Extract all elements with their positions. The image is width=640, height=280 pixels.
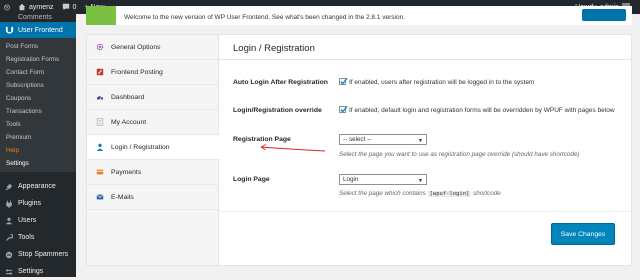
menu-label: Appearance: [18, 183, 56, 190]
submenu-help[interactable]: Help: [0, 144, 76, 157]
submenu-tools[interactable]: Tools: [0, 118, 76, 131]
auto-login-label: Auto Login After Registration: [233, 79, 328, 86]
registration-page-select[interactable]: -- select -- ▼: [339, 134, 427, 145]
submenu-settings[interactable]: Settings: [0, 157, 76, 170]
shield-icon: [4, 251, 14, 259]
save-changes-button[interactable]: Save Changes: [551, 223, 615, 245]
menu-label: Comments: [18, 14, 52, 21]
desc-text: shortcode: [473, 190, 501, 197]
login-page-description: Select the page which contains [wpuf-log…: [339, 190, 501, 197]
menu-item-appearance[interactable]: Appearance: [0, 178, 76, 195]
users-icon: [4, 217, 14, 225]
menu-label: User Frontend: [18, 26, 63, 34]
tab-label: General Options: [111, 43, 161, 51]
user-frontend-logo-icon: [4, 26, 14, 35]
wrench-icon: [4, 233, 14, 242]
email-icon: [95, 193, 105, 201]
user-icon: [95, 143, 105, 151]
checkmark-icon: [340, 77, 348, 85]
menu-item-tools[interactable]: Tools: [0, 229, 76, 246]
plugin-icon: [4, 200, 14, 208]
footer-divider: [219, 211, 631, 212]
dashboard-icon: [95, 93, 105, 101]
home-icon: [18, 3, 26, 11]
auto-login-description: If enabled, users after registration wil…: [349, 79, 535, 86]
menu-label: Users: [18, 217, 37, 224]
user-frontend-submenu: Post Forms Registration Forms Contact Fo…: [0, 38, 76, 172]
gear-icon: [95, 43, 105, 51]
tab-frontend-posting[interactable]: Frontend Posting: [87, 60, 218, 85]
tab-dashboard[interactable]: Dashboard: [87, 85, 218, 110]
menu-item-stop-spammers[interactable]: Stop Spammers: [0, 246, 76, 263]
override-checkbox[interactable]: [339, 105, 348, 113]
checkmark-icon: [340, 105, 348, 113]
settings-panel: General Options Frontend Posting Dashboa…: [86, 34, 632, 266]
submenu-contact-form[interactable]: Contact Form: [0, 66, 76, 79]
submenu-post-forms[interactable]: Post Forms: [0, 40, 76, 53]
menu-label: Tools: [18, 234, 35, 241]
comments-link[interactable]: 0: [58, 0, 81, 14]
tab-label: Payments: [111, 168, 142, 176]
override-label: Login/Registration override: [233, 107, 322, 114]
plugin-badge-icon: [86, 6, 116, 25]
update-notice: Welcome to the new version of WP User Fr…: [86, 6, 632, 25]
select-value: -- select --: [343, 136, 372, 143]
shortcode: [wpuf-login]: [427, 191, 472, 197]
settings-tabs: General Options Frontend Posting Dashboa…: [87, 35, 220, 265]
notice-button[interactable]: [582, 9, 626, 21]
menu-item-comments[interactable]: Comments: [0, 14, 76, 22]
submenu-subscriptions[interactable]: Subscriptions: [0, 79, 76, 92]
submenu-premium[interactable]: Premium: [0, 131, 76, 144]
tab-login-registration[interactable]: Login / Registration: [87, 135, 220, 160]
tab-label: Login / Registration: [111, 143, 170, 151]
tab-payments[interactable]: Payments: [87, 160, 218, 185]
submenu-transactions[interactable]: Transactions: [0, 105, 76, 118]
admin-sidebar: Comments User Frontend Post Forms Regist…: [0, 14, 76, 277]
override-description: If enabled, default login and registrati…: [349, 107, 615, 114]
submenu-registration-forms[interactable]: Registration Forms: [0, 53, 76, 66]
tab-my-account[interactable]: My Account: [87, 110, 218, 135]
menu-item-settings[interactable]: Settings: [0, 263, 76, 280]
login-page-label: Login Page: [233, 176, 270, 183]
login-page-select[interactable]: Login ▼: [339, 174, 427, 185]
edit-icon: [95, 68, 105, 76]
tab-label: Dashboard: [111, 93, 145, 101]
tab-label: My Account: [111, 118, 147, 126]
menu-label: Settings: [18, 268, 44, 275]
tab-label: Frontend Posting: [111, 68, 163, 76]
submenu-coupons[interactable]: Coupons: [0, 92, 76, 105]
tab-emails[interactable]: E-Mails: [87, 185, 218, 210]
menu-item-users[interactable]: Users: [0, 212, 76, 229]
comments-count: 0: [72, 3, 77, 11]
tab-label: E-Mails: [111, 193, 134, 201]
menu-item-user-frontend[interactable]: User Frontend: [0, 22, 76, 38]
tab-general-options[interactable]: General Options: [87, 35, 218, 60]
caret-down-icon: ▼: [418, 138, 423, 144]
settings-content: Login / Registration Auto Login After Re…: [219, 35, 631, 265]
auto-login-checkbox[interactable]: [339, 77, 348, 85]
title-divider: [219, 59, 631, 60]
desc-text: Select the page which contains: [339, 190, 426, 197]
wordpress-logo-icon[interactable]: W: [0, 0, 14, 14]
paintbrush-icon: [4, 183, 14, 191]
account-icon: [95, 118, 105, 126]
menu-label: Stop Spammers: [18, 251, 69, 258]
registration-page-description: Select the page you want to use as regis…: [339, 151, 580, 158]
caret-down-icon: ▼: [418, 178, 423, 184]
menu-item-plugins[interactable]: Plugins: [0, 195, 76, 212]
svg-text:W: W: [5, 5, 9, 9]
notice-text: Welcome to the new version of WP User Fr…: [124, 14, 406, 21]
settings-icon: [4, 268, 14, 276]
payments-icon: [95, 168, 105, 176]
registration-page-label: Registration Page: [233, 136, 291, 143]
site-name: aymenz: [29, 3, 54, 11]
menu-label: Plugins: [18, 200, 41, 207]
select-value: Login: [343, 176, 359, 183]
section-title: Login / Registration: [233, 43, 315, 54]
site-name-link[interactable]: aymenz: [14, 0, 58, 14]
comment-bubble-icon: [62, 3, 70, 11]
